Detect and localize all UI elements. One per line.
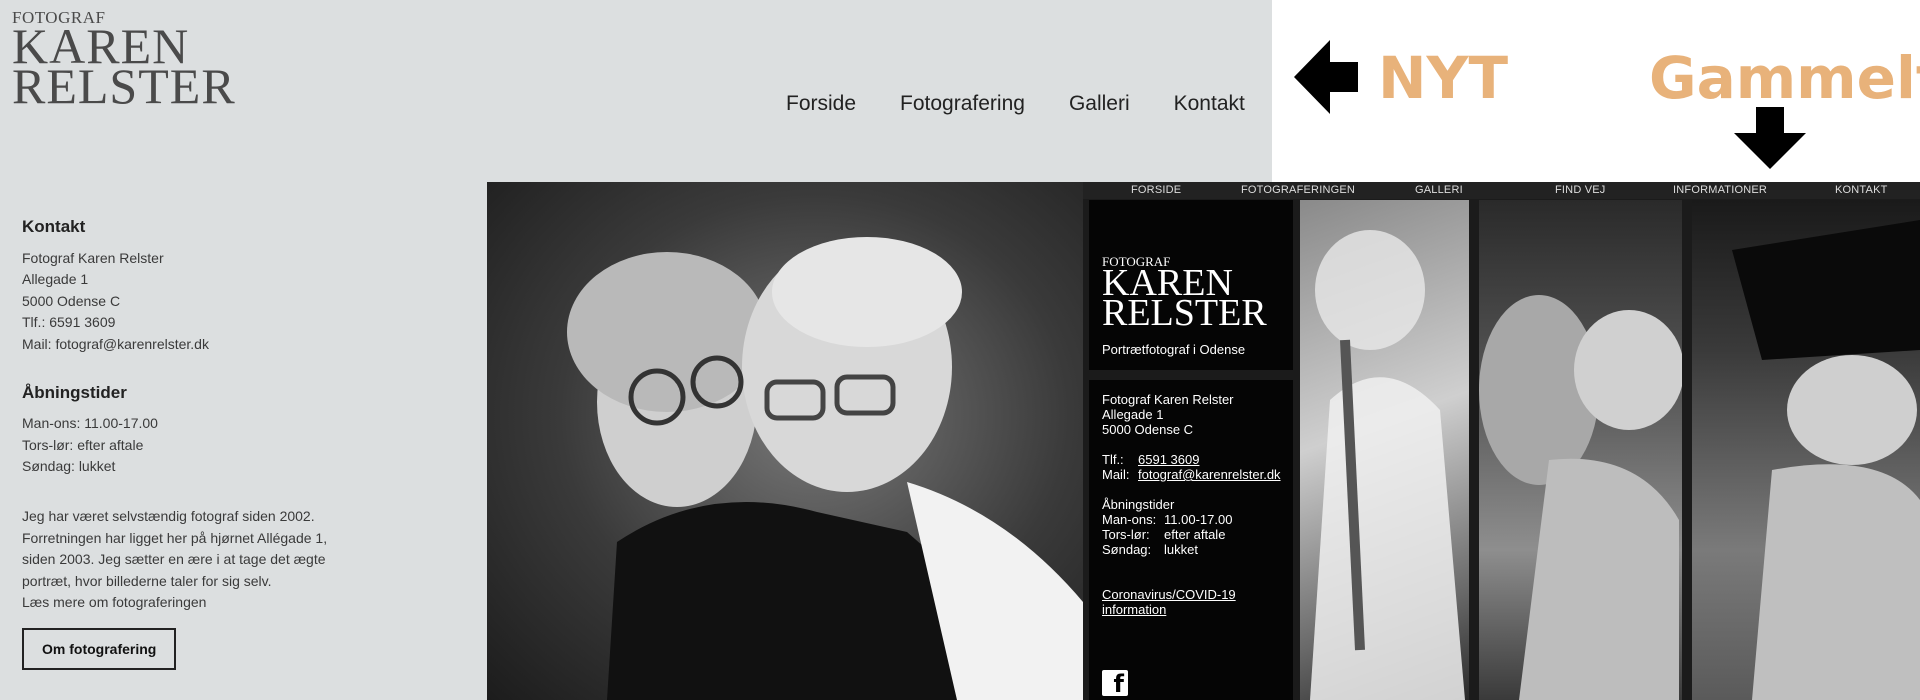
logo-line2: RELSTER <box>12 58 236 114</box>
old-info-mail-label: Mail: <box>1102 467 1130 482</box>
new-site-logo[interactable]: FOTOGRAF KAREN RELSTER <box>12 9 236 114</box>
old-nav-galleri[interactable]: GALLERI <box>1415 184 1463 196</box>
facebook-icon[interactable]: f <box>1102 670 1128 698</box>
label-new: NYT <box>1378 44 1509 112</box>
contact-line: Fotograf Karen Relster <box>22 249 164 266</box>
contact-line: Tlf.: 6591 3609 <box>22 314 116 331</box>
hours-block: Åbningstider Man-ons: 11.00-17.00 Tors-l… <box>22 382 442 478</box>
about-line: siden 2003. Jeg sætter en ære i at tage … <box>22 551 326 568</box>
old-gallery-photo-child-hat[interactable] <box>1692 200 1920 700</box>
old-gallery-photo-father-baby[interactable] <box>1479 200 1682 700</box>
old-site-nav: FORSIDE FOTOGRAFERINGEN GALLERI FIND VEJ… <box>1083 182 1920 199</box>
contact-heading: Kontakt <box>22 217 86 236</box>
old-info-street: Allegade 1 <box>1102 407 1164 422</box>
old-info-tlf-label: Tlf.: <box>1102 452 1124 467</box>
old-info-tlf-link[interactable]: 6591 3609 <box>1138 452 1199 467</box>
old-site: FORSIDE FOTOGRAFERINGEN GALLERI FIND VEJ… <box>1083 182 1920 700</box>
nav-forside[interactable]: Forside <box>786 92 856 116</box>
hours-line: Søndag: lukket <box>22 458 116 475</box>
nav-fotografering[interactable]: Fotografering <box>900 92 1025 116</box>
about-line: Jeg har været selvstændig fotograf siden… <box>22 507 315 524</box>
contact-line: Mail: fotograf@karenrelster.dk <box>22 335 209 352</box>
old-info-name: Fotograf Karen Relster <box>1102 392 1234 407</box>
contact-line: Allegade 1 <box>22 271 89 288</box>
old-nav-informationer[interactable]: INFORMATIONER <box>1673 184 1767 196</box>
arrow-down-icon <box>1734 107 1806 169</box>
old-hours-time: 11.00-17.00 <box>1164 512 1233 527</box>
about-button[interactable]: Om fotografering <box>22 627 177 670</box>
old-logo-card: FOTOGRAF KAREN RELSTER Portrætfotograf i… <box>1089 200 1293 370</box>
old-info-card: Fotograf Karen Relster Allegade 1 5000 O… <box>1089 380 1293 700</box>
old-nav-kontakt[interactable]: KONTAKT <box>1835 184 1888 196</box>
old-info-mail-link[interactable]: fotograf@karenrelster.dk <box>1138 467 1281 482</box>
label-old: Gammelt <box>1649 44 1920 112</box>
hours-heading: Åbningstider <box>22 382 127 402</box>
old-hours-day: Man-ons: <box>1102 512 1157 527</box>
nav-galleri[interactable]: Galleri <box>1069 92 1130 116</box>
old-covid-link-2[interactable]: information <box>1102 602 1292 617</box>
hours-line: Tors-lør: efter aftale <box>22 436 144 453</box>
contact-line: 5000 Odense C <box>22 292 121 309</box>
old-nav-fotograferingen[interactable]: FOTOGRAFERINGEN <box>1241 184 1355 196</box>
old-hours-day: Tors-lør: <box>1102 527 1150 542</box>
old-info: Fotograf Karen Relster Allegade 1 5000 O… <box>1102 392 1292 617</box>
old-hours-time: efter aftale <box>1164 527 1226 542</box>
about-block: Jeg har været selvstændig fotograf siden… <box>22 506 442 670</box>
old-nav-forside[interactable]: FORSIDE <box>1131 184 1181 196</box>
old-info-city: 5000 Odense C <box>1102 422 1194 437</box>
old-nav-find-vej[interactable]: FIND VEJ <box>1555 184 1606 196</box>
old-gallery-photo-wedding[interactable] <box>1300 200 1469 700</box>
old-hours-day: Søndag: <box>1102 542 1152 557</box>
old-covid-link[interactable]: Coronavirus/COVID-19 <box>1102 587 1292 602</box>
contact-block: Kontakt Fotograf Karen Relster Allegade … <box>22 216 442 356</box>
old-site-logo[interactable]: FOTOGRAF KAREN RELSTER Portrætfotograf i… <box>1102 255 1267 357</box>
about-line: portræt, hvor billederne taler for sig s… <box>22 572 272 589</box>
nav-kontakt[interactable]: Kontakt <box>1174 92 1245 116</box>
new-site-sidebar: Kontakt Fotograf Karen Relster Allegade … <box>22 216 442 670</box>
old-logo-tagline: Portrætfotograf i Odense <box>1102 342 1246 357</box>
new-site-nav: Forside Fotografering Galleri Kontakt <box>786 92 1245 116</box>
old-logo-line2: RELSTER <box>1102 292 1267 334</box>
hero-couple-image <box>567 237 1083 700</box>
hours-line: Man-ons: 11.00-17.00 <box>22 415 158 432</box>
hero-photo <box>487 182 1083 700</box>
old-hours-heading: Åbningstider <box>1102 497 1175 512</box>
old-hours-time: lukket <box>1164 542 1198 557</box>
read-more-link[interactable]: Læs mere om fotograferingen <box>22 592 442 614</box>
about-line: Forretningen har ligget her på hjørnet A… <box>22 529 328 546</box>
arrow-left-icon <box>1294 40 1358 114</box>
